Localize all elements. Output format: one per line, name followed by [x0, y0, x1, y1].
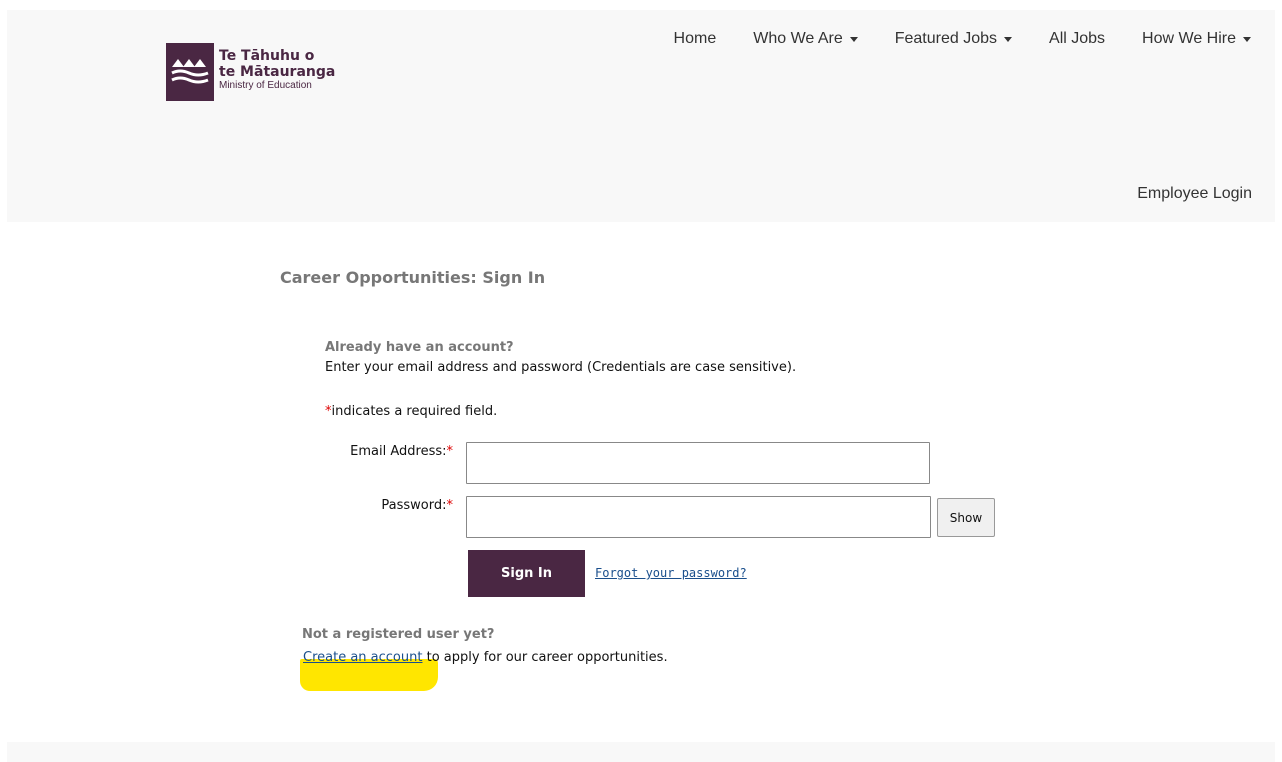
nav-home-label: Home	[673, 30, 717, 47]
nav-featured-jobs[interactable]: Featured Jobs	[894, 30, 1013, 48]
password-label-text: Password:	[381, 498, 447, 513]
nav-all-jobs[interactable]: All Jobs	[1049, 30, 1105, 48]
sign-in-button[interactable]: Sign In	[468, 550, 585, 597]
required-field-note: *indicates a required field.	[325, 404, 497, 419]
email-input[interactable]	[466, 442, 930, 484]
nav-how-we-hire[interactable]: How We Hire	[1142, 30, 1251, 48]
not-registered-heading: Not a registered user yet?	[302, 627, 495, 642]
nav-how-we-hire-label: How We Hire	[1142, 30, 1236, 47]
employee-login-link[interactable]: Employee Login	[1137, 185, 1252, 203]
nav-who-we-are[interactable]: Who We Are	[753, 30, 858, 48]
logo-line-3: Ministry of Education	[219, 80, 312, 91]
site-header: Te Tāhuhu o te Mātauranga Ministry of Ed…	[7, 10, 1275, 222]
required-note-text: indicates a required field.	[331, 404, 498, 419]
caret-down-icon	[1004, 36, 1013, 42]
required-marker: *	[446, 498, 454, 513]
email-label: Email Address:*	[313, 444, 453, 459]
logo-line-2: te Mātauranga	[219, 64, 336, 80]
signin-instructions: Enter your email address and password (C…	[325, 360, 797, 375]
password-input[interactable]	[466, 496, 931, 538]
show-password-button[interactable]: Show	[937, 498, 995, 537]
required-marker: *	[446, 444, 454, 459]
email-label-text: Email Address:	[350, 444, 447, 459]
footer-bar	[7, 742, 1275, 762]
create-account-link[interactable]: Create an account	[303, 650, 422, 665]
nav-who-we-are-label: Who We Are	[753, 30, 843, 47]
nav-all-jobs-label: All Jobs	[1049, 30, 1106, 47]
nav-featured-jobs-label: Featured Jobs	[894, 30, 998, 47]
create-account-suffix: to apply for our career opportunities.	[422, 650, 668, 665]
page-title: Career Opportunities: Sign In	[280, 268, 546, 287]
waka-waves-icon	[166, 43, 214, 101]
create-account-line: Create an account to apply for our caree…	[303, 650, 668, 665]
password-label: Password:*	[313, 498, 453, 513]
ministry-logo[interactable]: Te Tāhuhu o te Mātauranga Ministry of Ed…	[166, 43, 386, 103]
logo-line-1: Te Tāhuhu o	[219, 48, 315, 64]
caret-down-icon	[849, 36, 858, 42]
already-have-account-heading: Already have an account?	[325, 340, 514, 355]
forgot-password-link[interactable]: Forgot your password?	[595, 566, 747, 580]
nav-home[interactable]: Home	[674, 30, 717, 48]
main-nav: Home Who We Are Featured Jobs All Jobs H…	[637, 30, 1251, 48]
logo-wordmark: Te Tāhuhu o te Mātauranga Ministry of Ed…	[219, 48, 335, 92]
caret-down-icon	[1243, 36, 1251, 42]
